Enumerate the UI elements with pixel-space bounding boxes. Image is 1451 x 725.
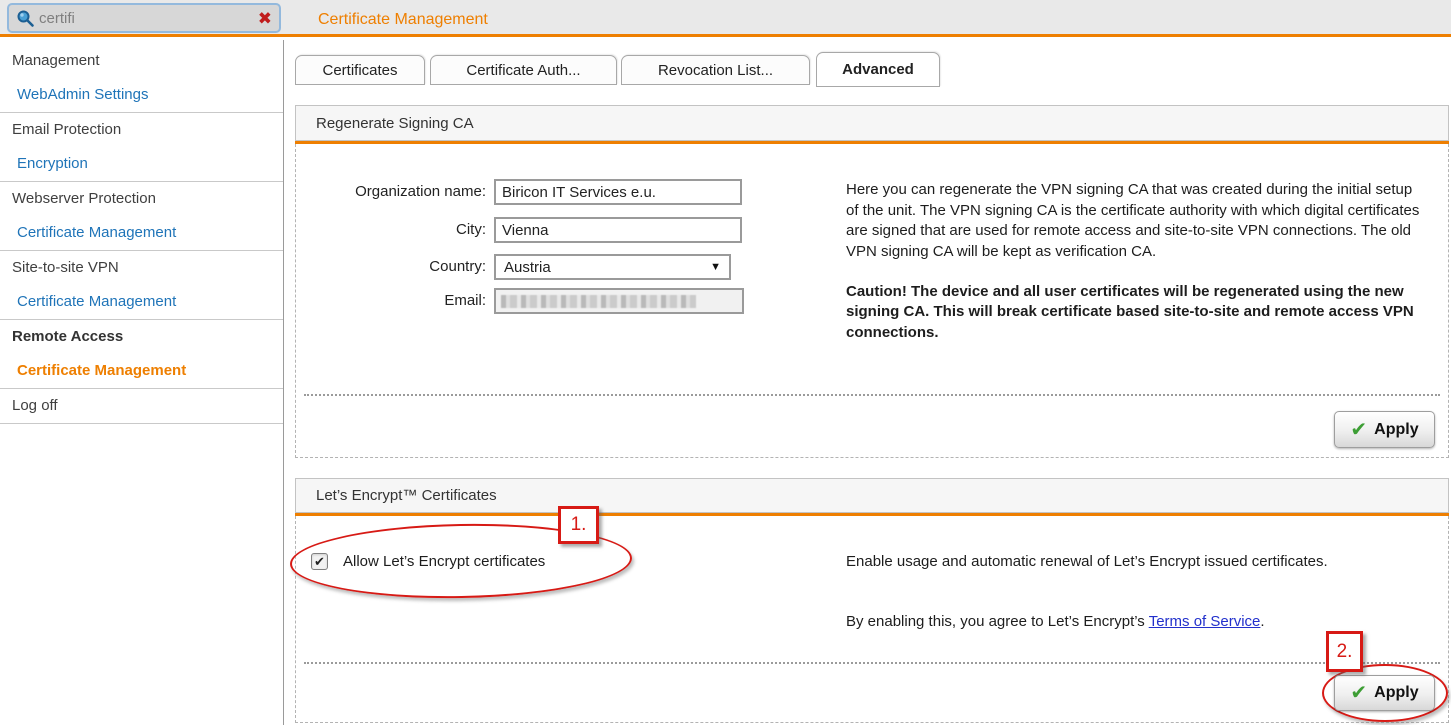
chevron-down-icon: ▼ [710,261,721,273]
sidebar-group-site-to-site-vpn: Site-to-site VPN Certificate Management [0,251,283,320]
sidebar-item-log-off[interactable]: Log off [0,389,283,423]
allow-letsencrypt-label: Allow Let’s Encrypt certificates [343,553,545,570]
sidebar: Management WebAdmin Settings Email Prote… [0,40,284,725]
sidebar-group-log-off: Log off [0,389,283,424]
city-label: City: [316,217,486,243]
apply-button-signing-ca[interactable]: ✔ Apply [1334,411,1435,448]
sidebar-item-remote-access-cert-management[interactable]: Certificate Management [0,354,283,388]
regenerate-description-text: Here you can regenerate the VPN signing … [846,180,1426,263]
email-field[interactable] [494,288,744,314]
sidebar-group-label-remote-access[interactable]: Remote Access [0,320,283,354]
regenerate-description: Here you can regenerate the VPN signing … [846,180,1426,344]
lets-encrypt-section: ✔ Allow Let’s Encrypt certificates 1. En… [295,516,1449,723]
sidebar-group-label-management[interactable]: Management [0,40,283,78]
lets-encrypt-description-text: Enable usage and automatic renewal of Le… [846,552,1426,573]
sidebar-group-email-protection: Email Protection Encryption [0,113,283,182]
lets-encrypt-header: Let’s Encrypt™ Certificates [295,478,1449,513]
clear-search-icon[interactable]: ✖ [258,10,272,27]
tos-prefix: By enabling this, you agree to Let’s Enc… [846,613,1149,630]
terms-of-service-link[interactable]: Terms of Service [1149,613,1261,630]
allow-letsencrypt-row: ✔ Allow Let’s Encrypt certificates [311,553,545,570]
sidebar-item-webserver-cert-management[interactable]: Certificate Management [0,216,283,250]
apply-button-label: Apply [1374,421,1418,439]
email-label: Email: [316,288,486,314]
tab-revocation-list[interactable]: Revocation List... [621,55,810,85]
city-field[interactable] [494,217,742,243]
tab-advanced[interactable]: Advanced [816,52,940,87]
organization-name-field[interactable] [494,179,742,205]
sidebar-item-encryption[interactable]: Encryption [0,147,283,181]
check-icon: ✔ [1350,683,1367,703]
tos-suffix: . [1260,613,1264,630]
sidebar-group-remote-access: Remote Access Certificate Management [0,320,283,389]
lets-encrypt-description: Enable usage and automatic renewal of Le… [846,552,1426,573]
search-icon [16,9,35,28]
page-title: Certificate Management [318,11,488,29]
annotation-step-2: 2. [1326,631,1363,672]
country-select[interactable]: Austria ▼ [494,254,731,280]
webadmin-page: certifi ✖ Certificate Management Managem… [0,0,1451,725]
check-icon: ✔ [1350,420,1367,440]
sidebar-group-label-webserver-protection[interactable]: Webserver Protection [0,182,283,216]
allow-letsencrypt-checkbox[interactable]: ✔ [311,553,328,570]
tab-certificate-authority[interactable]: Certificate Auth... [430,55,617,85]
organization-name-label: Organization name: [316,179,486,205]
separator [304,394,1440,396]
country-label: Country: [316,254,486,280]
sidebar-group-management: Management WebAdmin Settings [0,40,283,113]
search-input[interactable]: certifi ✖ [7,3,281,33]
search-value: certifi [39,10,254,27]
sidebar-item-s2s-cert-management[interactable]: Certificate Management [0,285,283,319]
tab-certificates[interactable]: Certificates [295,55,425,85]
separator [304,662,1440,664]
sidebar-item-webadmin-settings[interactable]: WebAdmin Settings [0,78,283,112]
apply-button-label: Apply [1374,684,1418,702]
regenerate-signing-ca-header: Regenerate Signing CA [295,105,1449,141]
country-selected-value: Austria [504,259,710,276]
sidebar-group-webserver-protection: Webserver Protection Certificate Managem… [0,182,283,251]
apply-button-lets-encrypt[interactable]: ✔ Apply [1334,675,1435,711]
redacted-email-value [501,295,696,308]
regenerate-signing-ca-section: Organization name: City: Country: Austri… [295,144,1449,458]
sidebar-group-label-site-to-site-vpn[interactable]: Site-to-site VPN [0,251,283,285]
lets-encrypt-tos-line: By enabling this, you agree to Let’s Enc… [846,612,1426,633]
sidebar-group-label-email-protection[interactable]: Email Protection [0,113,283,147]
regenerate-caution-text: Caution! The device and all user certifi… [846,282,1426,344]
